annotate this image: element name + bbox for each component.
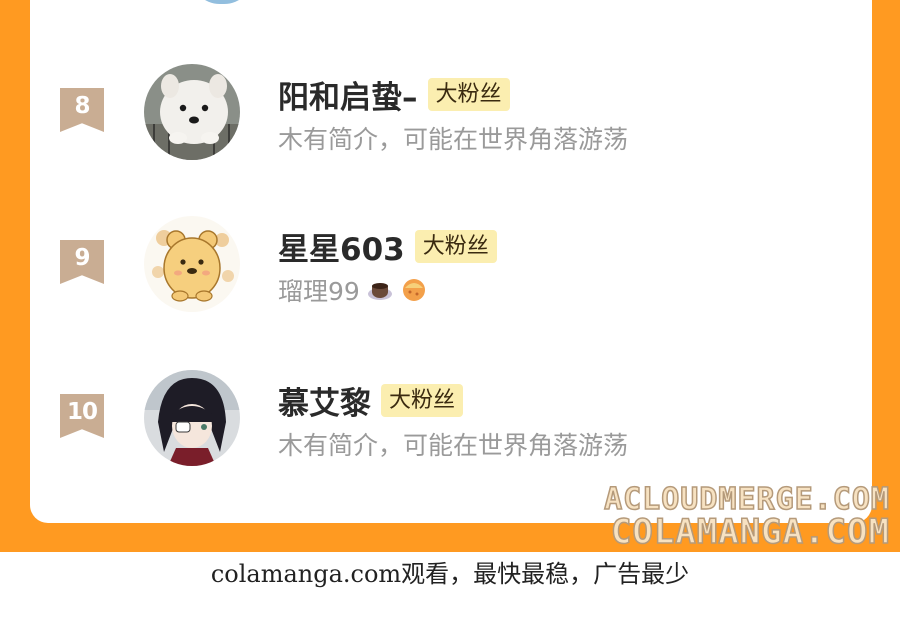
user-name-line: 慕艾黎 大粉丝 bbox=[278, 378, 464, 423]
ranking-row[interactable]: 9 星星603 大粉丝 瑠理99 bbox=[30, 216, 872, 316]
bio-text: 瑠理99 bbox=[278, 277, 360, 306]
previous-avatar-edge bbox=[190, 0, 254, 4]
rank-ribbon: 10 bbox=[60, 394, 104, 438]
user-bio: 瑠理99 bbox=[278, 272, 428, 308]
bio-text: 木有简介，可能在世界角落游荡 bbox=[278, 125, 629, 154]
watermark-line-2: COLAMANGA.COM bbox=[610, 511, 890, 553]
fan-level-badge: 大粉丝 bbox=[414, 230, 497, 263]
bio-text: 木有简介，可能在世界角落游荡 bbox=[278, 431, 629, 460]
user-bio: 木有简介，可能在世界角落游荡 bbox=[278, 120, 628, 156]
ranking-row[interactable]: 10 慕艾黎 大粉丝 木有简介，可能在世界角落游荡 bbox=[30, 370, 872, 470]
fan-level-badge: 大粉丝 bbox=[381, 384, 464, 417]
rank-ribbon: 8 bbox=[60, 88, 104, 132]
anime-girl-avatar[interactable] bbox=[144, 370, 240, 466]
fan-level-badge: 大粉丝 bbox=[427, 78, 510, 111]
user-name[interactable]: 星星603 bbox=[278, 224, 405, 269]
orange-frame: 8 阳和启蛰– 大粉丝 木有简介，可能在世界角落游荡 9 星星603 大粉丝 瑠… bbox=[0, 0, 900, 552]
fan-ranking-card: 8 阳和启蛰– 大粉丝 木有简介，可能在世界角落游荡 9 星星603 大粉丝 瑠… bbox=[30, 0, 872, 523]
rank-ribbon: 9 bbox=[60, 240, 104, 284]
pastry-icon bbox=[400, 276, 428, 304]
coffee-cup-icon bbox=[366, 276, 394, 304]
user-name-line: 星星603 大粉丝 bbox=[278, 224, 497, 269]
user-bio: 木有简介，可能在世界角落游荡 bbox=[278, 426, 628, 462]
cartoon-bear-avatar[interactable] bbox=[144, 216, 240, 312]
user-name-line: 阳和启蛰– 大粉丝 bbox=[278, 72, 510, 117]
ranking-row[interactable]: 8 阳和启蛰– 大粉丝 木有简介，可能在世界角落游荡 bbox=[30, 64, 872, 164]
user-name[interactable]: 阳和启蛰– bbox=[278, 72, 418, 117]
footer-caption: colamanga.com观看，最快最稳，广告最少 bbox=[210, 560, 690, 588]
user-name[interactable]: 慕艾黎 bbox=[278, 378, 371, 423]
samoyed-dog-avatar[interactable] bbox=[144, 64, 240, 160]
